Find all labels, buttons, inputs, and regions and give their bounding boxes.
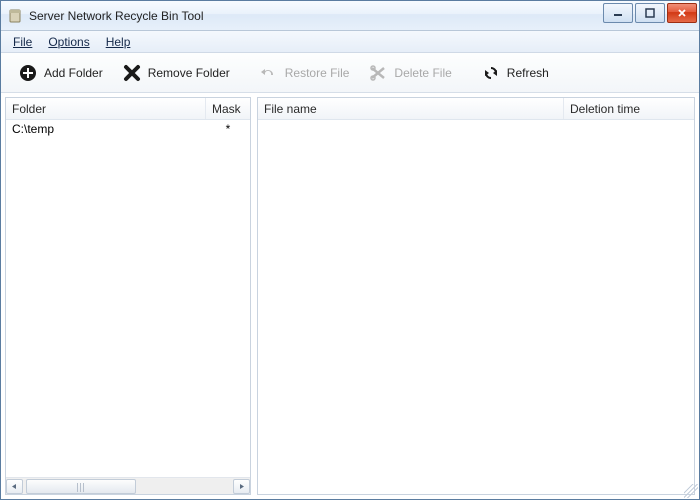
column-deletion-time-label: Deletion time (570, 102, 640, 116)
menu-help-label: Help (106, 35, 131, 49)
files-rows[interactable] (258, 120, 694, 494)
menu-options-label: Options (48, 35, 89, 49)
remove-folder-button[interactable]: Remove Folder (113, 60, 240, 86)
cell-folder: C:\temp (6, 122, 206, 136)
menubar: File Options Help (1, 31, 699, 53)
files-column-headers: File name Deletion time (258, 98, 694, 120)
titlebar: Server Network Recycle Bin Tool (1, 1, 699, 31)
scroll-track[interactable] (24, 479, 232, 494)
folders-column-headers: Folder Mask (6, 98, 250, 120)
folders-rows[interactable]: C:\temp * (6, 120, 250, 477)
column-mask[interactable]: Mask (206, 98, 250, 119)
column-folder[interactable]: Folder (6, 98, 206, 119)
files-pane: File name Deletion time (257, 97, 695, 495)
restore-file-label: Restore File (285, 66, 350, 80)
remove-folder-label: Remove Folder (148, 66, 230, 80)
scroll-thumb[interactable] (26, 479, 136, 494)
menu-help[interactable]: Help (98, 33, 139, 51)
cell-mask: * (206, 122, 250, 136)
column-mask-label: Mask (212, 102, 241, 116)
column-filename[interactable]: File name (258, 98, 564, 119)
column-deletion-time[interactable]: Deletion time (564, 98, 694, 119)
close-button[interactable] (667, 3, 697, 23)
menu-options[interactable]: Options (40, 33, 97, 51)
refresh-icon (482, 64, 500, 82)
app-window: Server Network Recycle Bin Tool File Opt… (0, 0, 700, 500)
column-filename-label: File name (264, 102, 317, 116)
minimize-button[interactable] (603, 3, 633, 23)
add-folder-button[interactable]: Add Folder (9, 60, 113, 86)
column-folder-label: Folder (12, 102, 46, 116)
add-folder-label: Add Folder (44, 66, 103, 80)
maximize-button[interactable] (635, 3, 665, 23)
scroll-right-button[interactable] (233, 479, 250, 494)
window-title: Server Network Recycle Bin Tool (29, 9, 204, 23)
delete-file-label: Delete File (394, 66, 451, 80)
scroll-left-button[interactable] (6, 479, 23, 494)
plus-circle-icon (19, 64, 37, 82)
horizontal-scrollbar[interactable] (6, 477, 250, 494)
restore-file-button: Restore File (250, 60, 360, 86)
refresh-button[interactable]: Refresh (472, 60, 559, 86)
app-icon (7, 8, 23, 24)
x-icon (123, 64, 141, 82)
folders-pane: Folder Mask C:\temp * (5, 97, 251, 495)
scissor-x-icon (369, 64, 387, 82)
toolbar: Add Folder Remove Folder Restore File De… (1, 53, 699, 93)
window-controls (601, 6, 697, 26)
refresh-label: Refresh (507, 66, 549, 80)
client-area: Folder Mask C:\temp * (1, 93, 699, 499)
delete-file-button: Delete File (359, 60, 461, 86)
menu-file[interactable]: File (5, 33, 40, 51)
undo-arrow-icon (260, 64, 278, 82)
resize-grip[interactable] (684, 484, 698, 498)
menu-file-label: File (13, 35, 32, 49)
table-row[interactable]: C:\temp * (6, 120, 250, 138)
